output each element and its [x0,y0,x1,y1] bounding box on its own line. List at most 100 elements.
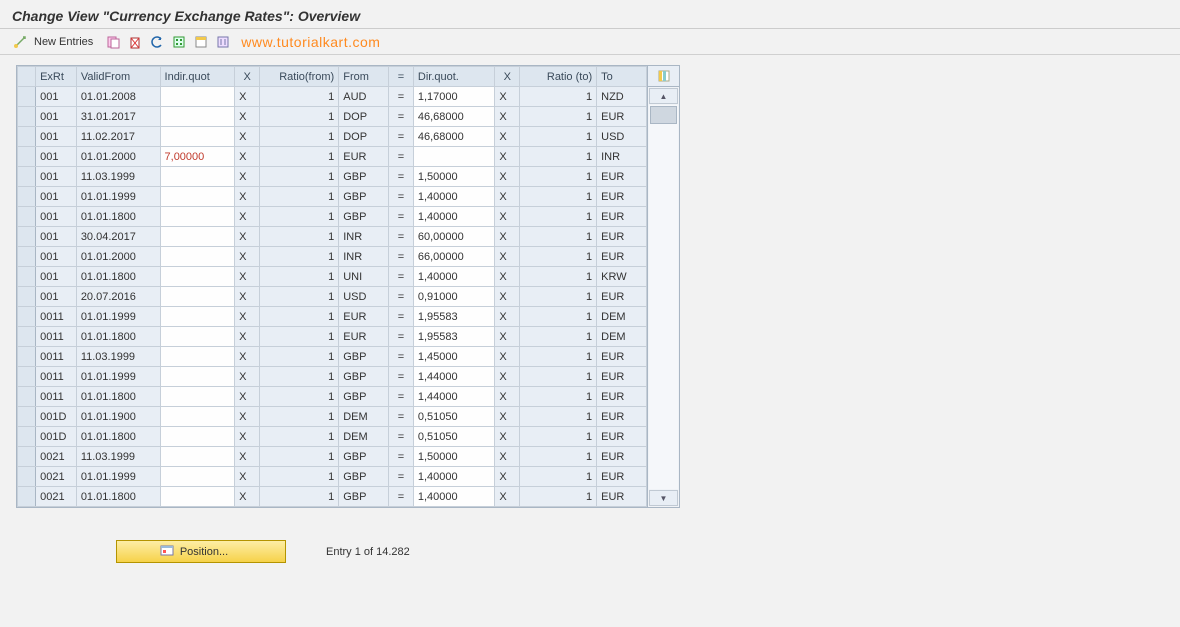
cell-from[interactable]: GBP [339,487,389,507]
cell-to[interactable]: DEM [597,307,647,327]
exchange-rate-table[interactable]: ExRt ValidFrom Indir.quot X Ratio(from) … [17,66,647,507]
cell-validfrom[interactable]: 11.03.1999 [76,167,160,187]
cell-validfrom[interactable]: 30.04.2017 [76,227,160,247]
cell-indir[interactable] [160,87,235,107]
cell-validfrom[interactable]: 01.01.1800 [76,327,160,347]
cell-exrt[interactable]: 001 [36,87,77,107]
cell-dir[interactable]: 1,50000 [413,167,494,187]
cell-validfrom[interactable]: 11.03.1999 [76,447,160,467]
cell-from[interactable]: GBP [339,387,389,407]
cell-dir[interactable]: 1,40000 [413,487,494,507]
cell-to[interactable]: KRW [597,267,647,287]
cell-ratioto[interactable]: 1 [520,87,597,107]
cell-indir[interactable] [160,247,235,267]
cell-from[interactable]: UNI [339,267,389,287]
cell-validfrom[interactable]: 31.01.2017 [76,107,160,127]
cell-ratiofrom[interactable]: 1 [260,467,339,487]
cell-ratiofrom[interactable]: 1 [260,427,339,447]
col-indir[interactable]: Indir.quot [160,67,235,87]
cell-validfrom[interactable]: 01.01.1800 [76,427,160,447]
cell-exrt[interactable]: 0011 [36,327,77,347]
cell-ratioto[interactable]: 1 [520,227,597,247]
cell-to[interactable]: EUR [597,487,647,507]
cell-to[interactable]: INR [597,147,647,167]
copy-as-icon[interactable] [103,32,123,52]
cell-dir[interactable]: 1,40000 [413,207,494,227]
cell-validfrom[interactable]: 01.01.2000 [76,247,160,267]
cell-ratiofrom[interactable]: 1 [260,187,339,207]
cell-to[interactable]: DEM [597,327,647,347]
cell-from[interactable]: AUD [339,87,389,107]
cell-dir[interactable]: 1,17000 [413,87,494,107]
cell-from[interactable]: EUR [339,307,389,327]
cell-validfrom[interactable]: 01.01.2008 [76,87,160,107]
cell-ratioto[interactable]: 1 [520,347,597,367]
table-row[interactable]: 00101.01.1999X1GBP=1,40000X1EUR [18,187,647,207]
cell-validfrom[interactable]: 01.01.1800 [76,487,160,507]
cell-ratiofrom[interactable]: 1 [260,307,339,327]
cell-ratioto[interactable]: 1 [520,107,597,127]
cell-ratioto[interactable]: 1 [520,407,597,427]
cell-ratioto[interactable]: 1 [520,287,597,307]
cell-ratiofrom[interactable]: 1 [260,387,339,407]
scroll-down-button[interactable]: ▼ [649,490,678,506]
cell-validfrom[interactable]: 01.01.1999 [76,467,160,487]
table-row[interactable]: 002111.03.1999X1GBP=1,50000X1EUR [18,447,647,467]
table-row[interactable]: 001101.01.1800X1EUR=1,95583X1DEM [18,327,647,347]
cell-from[interactable]: DOP [339,127,389,147]
table-row[interactable]: 001101.01.1800X1GBP=1,44000X1EUR [18,387,647,407]
cell-ratioto[interactable]: 1 [520,207,597,227]
cell-ratioto[interactable]: 1 [520,167,597,187]
cell-from[interactable]: EUR [339,327,389,347]
table-row[interactable]: 002101.01.1800X1GBP=1,40000X1EUR [18,487,647,507]
cell-to[interactable]: EUR [597,427,647,447]
row-selector[interactable] [18,107,36,127]
cell-ratioto[interactable]: 1 [520,487,597,507]
cell-ratioto[interactable]: 1 [520,447,597,467]
cell-dir[interactable]: 1,95583 [413,327,494,347]
cell-exrt[interactable]: 001 [36,107,77,127]
cell-dir[interactable]: 1,44000 [413,387,494,407]
cell-to[interactable]: EUR [597,347,647,367]
cell-validfrom[interactable]: 11.02.2017 [76,127,160,147]
cell-indir[interactable] [160,367,235,387]
cell-dir[interactable]: 46,68000 [413,127,494,147]
cell-ratioto[interactable]: 1 [520,327,597,347]
row-selector[interactable] [18,227,36,247]
cell-dir[interactable]: 46,68000 [413,107,494,127]
row-selector[interactable] [18,147,36,167]
cell-to[interactable]: EUR [597,187,647,207]
table-row[interactable]: 00120.07.2016X1USD=0,91000X1EUR [18,287,647,307]
row-selector[interactable] [18,427,36,447]
cell-ratiofrom[interactable]: 1 [260,107,339,127]
position-button[interactable]: Position... [116,540,286,563]
cell-dir[interactable]: 0,51050 [413,427,494,447]
cell-exrt[interactable]: 001 [36,187,77,207]
cell-to[interactable]: EUR [597,287,647,307]
cell-indir[interactable] [160,127,235,147]
cell-ratiofrom[interactable]: 1 [260,347,339,367]
cell-ratioto[interactable]: 1 [520,427,597,447]
row-selector[interactable] [18,207,36,227]
col-dir[interactable]: Dir.quot. [413,67,494,87]
row-selector[interactable] [18,467,36,487]
cell-validfrom[interactable]: 01.01.1800 [76,267,160,287]
cell-exrt[interactable]: 001 [36,127,77,147]
cell-exrt[interactable]: 0011 [36,307,77,327]
cell-indir[interactable] [160,487,235,507]
cell-dir[interactable]: 66,00000 [413,247,494,267]
row-selector[interactable] [18,287,36,307]
cell-from[interactable]: DEM [339,407,389,427]
cell-indir[interactable] [160,307,235,327]
cell-indir[interactable] [160,187,235,207]
cell-ratioto[interactable]: 1 [520,307,597,327]
cell-to[interactable]: EUR [597,107,647,127]
col-exrt[interactable]: ExRt [36,67,77,87]
cell-exrt[interactable]: 001 [36,247,77,267]
table-row[interactable]: 00101.01.1800X1GBP=1,40000X1EUR [18,207,647,227]
scroll-track[interactable] [649,105,678,489]
cell-ratioto[interactable]: 1 [520,367,597,387]
cell-indir[interactable] [160,287,235,307]
col-to[interactable]: To [597,67,647,87]
table-row[interactable]: 00101.01.2000X1INR=66,00000X1EUR [18,247,647,267]
